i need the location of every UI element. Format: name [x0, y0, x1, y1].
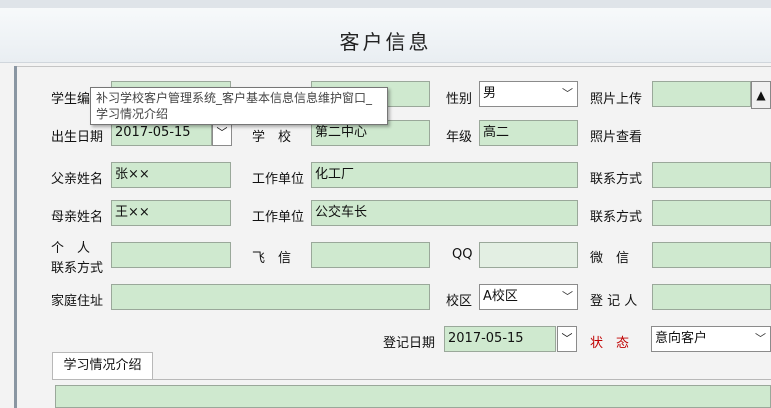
father-work-field[interactable]: 化工厂 [311, 162, 578, 188]
registration-date-field[interactable]: 2017-05-15 [444, 326, 556, 352]
father-work-label: 工作单位 [252, 172, 305, 187]
father-name-field[interactable]: 张×× [111, 162, 231, 188]
window-title: 客户信息 [339, 30, 432, 54]
qq-field[interactable] [479, 242, 578, 268]
form-top-divider [17, 66, 771, 67]
wechat-field[interactable] [652, 242, 771, 268]
grade-label: 年级 [446, 130, 473, 145]
status-value: 意向客户 [655, 331, 708, 346]
mother-name-field[interactable]: 王×× [111, 200, 231, 226]
registrar-label: 登 记 人 [590, 294, 638, 309]
gender-select[interactable]: 男 ﹀ [479, 81, 578, 107]
fetion-label: 飞 信 [252, 251, 292, 266]
mother-work-label: 工作单位 [252, 210, 305, 225]
qq-label: QQ [452, 247, 473, 262]
registration-date-picker-button[interactable]: ﹀ [557, 326, 577, 352]
tooltip: 补习学校客户管理系统_客户基本信息信息维护窗口_学习情况介绍 [90, 87, 388, 125]
father-contact-field[interactable] [652, 162, 771, 188]
registration-date-label: 登记日期 [383, 336, 436, 351]
top-strip [0, 0, 771, 8]
tab-divider [52, 379, 771, 380]
personal-label-line2: 联系方式 [51, 261, 104, 276]
address-label: 家庭住址 [51, 294, 104, 309]
birth-date-label: 出生日期 [51, 130, 104, 145]
campus-select[interactable]: A校区 ﹀ [479, 284, 578, 310]
personal-label-line1: 个 人 [51, 241, 91, 256]
scroll-up-button[interactable]: ▲ [751, 81, 771, 109]
left-border [14, 66, 17, 408]
chevron-down-icon: ﹀ [562, 87, 573, 100]
chevron-down-icon: ﹀ [755, 332, 766, 345]
gender-label: 性别 [446, 92, 473, 107]
photo-view-label: 照片查看 [590, 130, 643, 145]
father-name-label: 父亲姓名 [51, 172, 104, 187]
mother-name-label: 母亲姓名 [51, 210, 104, 225]
personal-contact-field[interactable] [111, 242, 231, 268]
grade-field[interactable]: 高二 [479, 120, 578, 146]
photo-path-field[interactable] [652, 81, 751, 107]
study-intro-textarea[interactable] [55, 385, 771, 408]
tab-study-intro[interactable]: 学习情况介绍 [52, 352, 153, 380]
school-label: 学 校 [252, 130, 292, 145]
father-contact-label: 联系方式 [590, 172, 643, 187]
mother-work-field[interactable]: 公交车长 [311, 200, 578, 226]
gender-value: 男 [483, 86, 497, 101]
chevron-down-icon: ﹀ [561, 332, 573, 345]
chevron-down-icon: ﹀ [562, 290, 573, 303]
campus-value: A校区 [483, 289, 518, 304]
mother-contact-label: 联系方式 [590, 210, 643, 225]
address-field[interactable] [111, 284, 430, 310]
status-select[interactable]: 意向客户 ﹀ [651, 326, 771, 352]
wechat-label: 微 信 [590, 251, 630, 266]
registrar-field[interactable] [652, 284, 771, 310]
campus-label: 校区 [446, 294, 473, 309]
mother-contact-field[interactable] [652, 200, 771, 226]
fetion-field[interactable] [311, 242, 430, 268]
photo-upload-label: 照片上传 [590, 92, 643, 107]
status-label: 状 态 [590, 336, 630, 351]
chevron-down-icon: ﹀ [216, 126, 228, 139]
title-bar: 客户信息 [0, 0, 771, 63]
